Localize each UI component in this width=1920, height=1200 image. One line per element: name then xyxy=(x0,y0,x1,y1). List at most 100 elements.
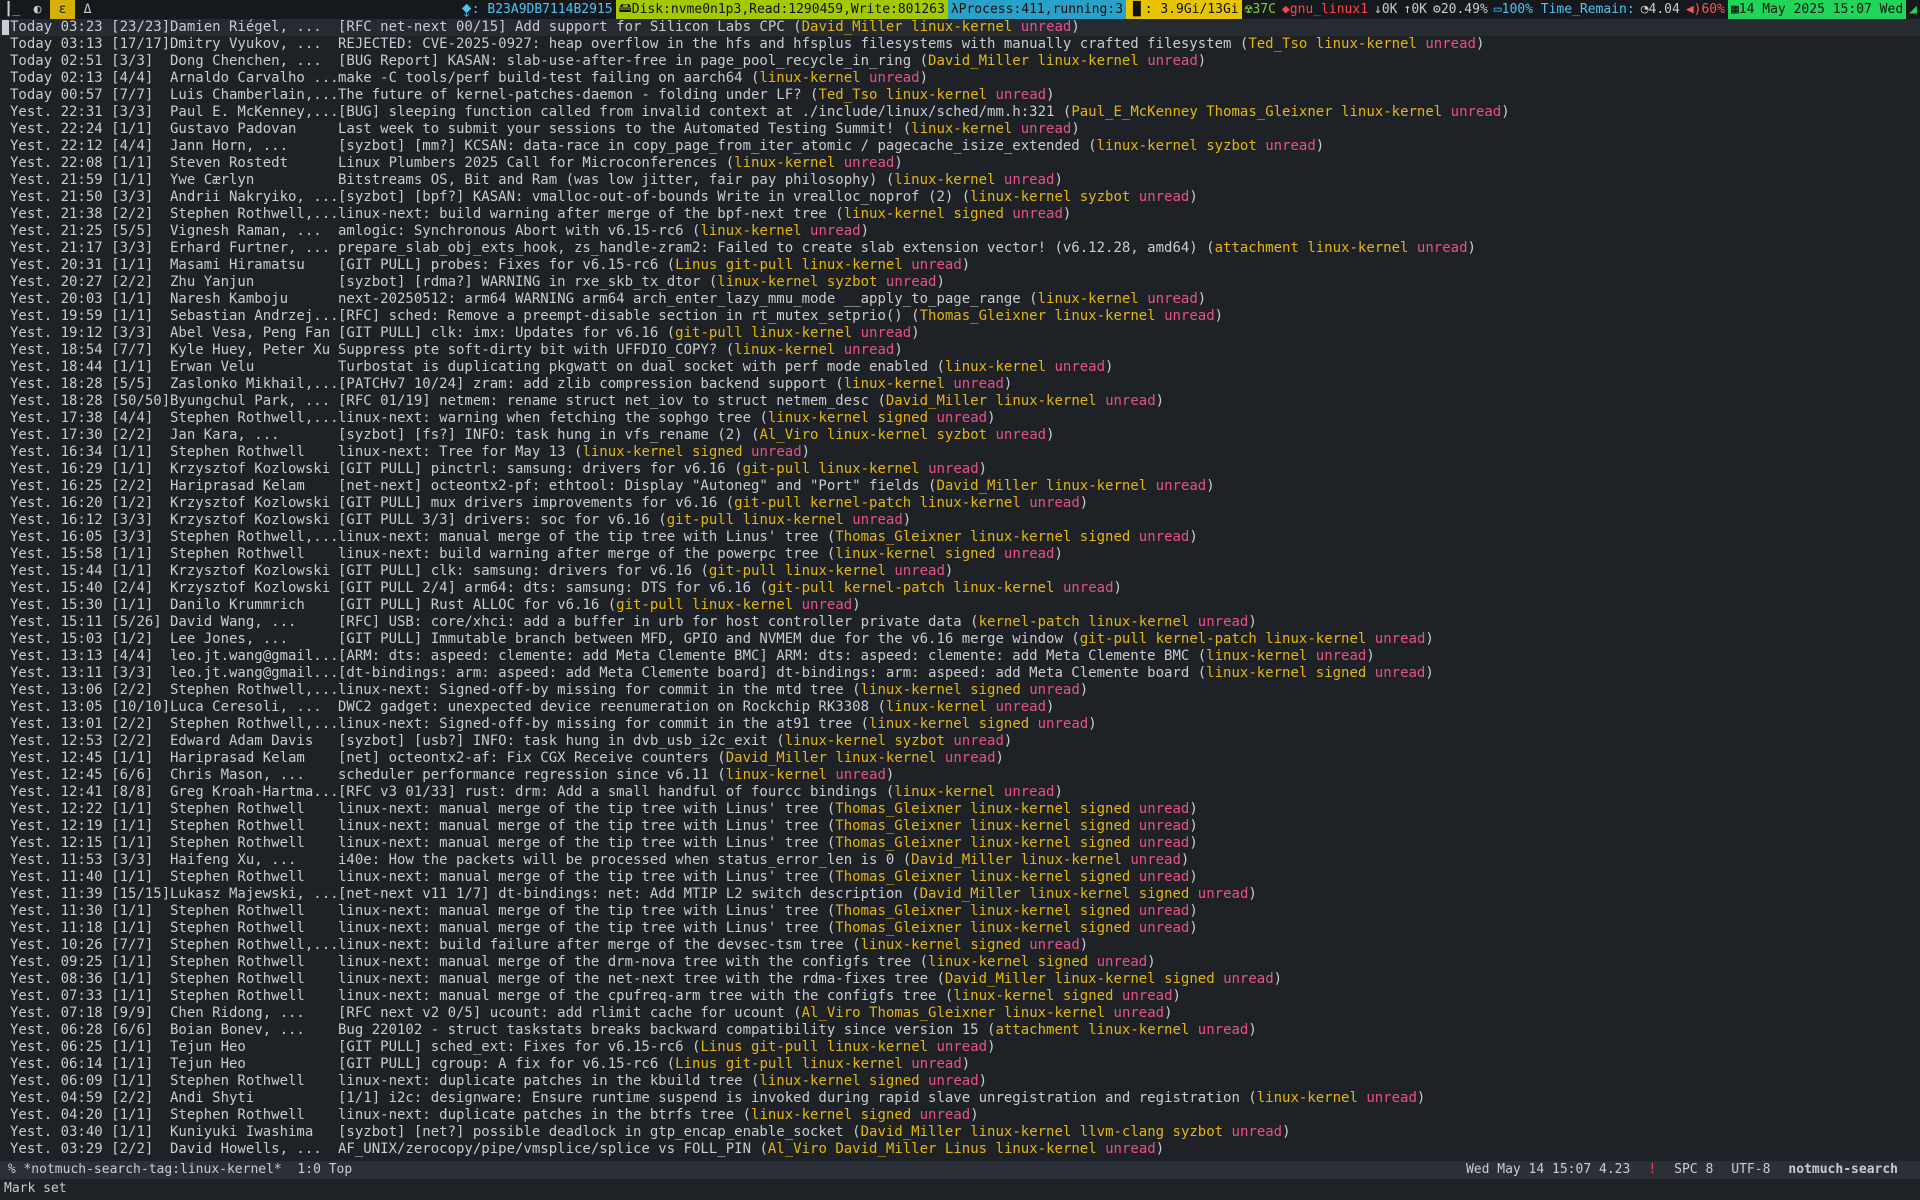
email-from: Naresh Kamboju xyxy=(170,291,289,307)
email-row[interactable]: Yest. 15:11 [5/26] David Wang, ... [RFC] U… xyxy=(0,614,1920,631)
net-down-text: 0K xyxy=(1381,2,1398,17)
email-row[interactable]: Yest. 11:18 [1/1] Stephen Rothwell linux-n… xyxy=(0,920,1920,937)
email-row[interactable]: Yest. 15:30 [1/1] Danilo Krummrich [GIT PU… xyxy=(0,597,1920,614)
email-row[interactable]: Yest. 21:17 [3/3] Erhard Furtner, ... prep… xyxy=(0,240,1920,257)
notmuch-search-results[interactable]: Today 03:23 [23/23]Damien Riégel, ... [RF… xyxy=(0,19,1920,1161)
email-row[interactable]: Today 03:13 [17/17]Dmitry Vyukov, ... REJ… xyxy=(0,36,1920,53)
email-row[interactable]: Yest. 16:12 [3/3] Krzysztof Kozlowski [GIT… xyxy=(0,512,1920,529)
email-row[interactable]: Yest. 13:06 [2/2] Stephen Rothwell,...lin… xyxy=(0,682,1920,699)
email-row[interactable]: Yest. 13:05 [10/10]Luca Ceresoli, ... DWC… xyxy=(0,699,1920,716)
email-row[interactable]: Yest. 15:44 [1/1] Krzysztof Kozlowski [GIT… xyxy=(0,563,1920,580)
email-row[interactable]: Yest. 11:30 [1/1] Stephen Rothwell linux-n… xyxy=(0,903,1920,920)
tray-icon[interactable]: ◢ xyxy=(1906,0,1920,19)
email-row[interactable]: Yest. 08:36 [1/1] Stephen Rothwell linux-n… xyxy=(0,971,1920,988)
email-row[interactable]: Yest. 12:45 [1/1] Hariprasad Kelam [net] o… xyxy=(0,750,1920,767)
email-row[interactable]: Yest. 06:25 [1/1] Tejun Heo [GIT PULL] sch… xyxy=(0,1039,1920,1056)
email-row[interactable]: Yest. 21:50 [3/3] Andrii Nakryiko, ...[sy… xyxy=(0,189,1920,206)
workspace-emacs-active[interactable]: ε xyxy=(50,0,75,19)
email-row[interactable]: Yest. 07:33 [1/1] Stephen Rothwell linux-n… xyxy=(0,988,1920,1005)
email-row[interactable]: Yest. 22:24 [1/1] Gustavo Padovan Last wee… xyxy=(0,121,1920,138)
email-row[interactable]: Yest. 11:53 [3/3] Haifeng Xu, ... i40e: Ho… xyxy=(0,852,1920,869)
email-row[interactable]: Yest. 11:39 [15/15]Lukasz Majewski, ...[… xyxy=(0,886,1920,903)
email-from: leo.jt.wang@gmail... xyxy=(170,665,339,681)
email-row[interactable]: Yest. 18:54 [7/7] Kyle Huey, Peter Xu Supp… xyxy=(0,342,1920,359)
email-row[interactable]: Yest. 15:58 [1/1] Stephen Rothwell linux-n… xyxy=(0,546,1920,563)
email-row[interactable]: Yest. 12:45 [6/6] Chris Mason, ... schedul… xyxy=(0,767,1920,784)
email-row[interactable]: Yest. 21:38 [2/2] Stephen Rothwell,...lin… xyxy=(0,206,1920,223)
volume-text: 60% xyxy=(1701,2,1725,17)
load-text: 4.04 xyxy=(1648,2,1680,17)
email-row[interactable]: Yest. 17:30 [2/2] Jan Kara, ... [syzbot] [… xyxy=(0,427,1920,444)
email-row[interactable]: Yest. 17:38 [4/4] Stephen Rothwell,...lin… xyxy=(0,410,1920,427)
email-row[interactable]: Yest. 13:13 [4/4] leo.jt.wang@gmail...[AR… xyxy=(0,648,1920,665)
email-row[interactable]: Yest. 06:09 [1/1] Stephen Rothwell linux-n… xyxy=(0,1073,1920,1090)
email-date-count: Yest. 12:41 [8/8] xyxy=(10,784,170,801)
email-date: Yest. 16:05 xyxy=(10,529,103,545)
email-date-count: Yest. 20:03 [1/1] xyxy=(10,291,170,308)
email-row[interactable]: Yest. 21:25 [5/5] Vignesh Raman, ... amlog… xyxy=(0,223,1920,240)
mode-line: % *notmuch-search-tag:linux-kernel* 1:0 … xyxy=(0,1161,1920,1179)
email-row[interactable]: Yest. 18:44 [1/1] Erwan Velu Turbostat is … xyxy=(0,359,1920,376)
workspace-4[interactable]: Δ xyxy=(75,0,100,19)
email-from: Danilo Krummrich xyxy=(170,597,305,613)
email-row[interactable]: Yest. 06:28 [6/6] Boian Bonev, ... Bug 220… xyxy=(0,1022,1920,1039)
email-tag: linux-kernel xyxy=(843,206,945,222)
email-subject: i40e: How the packets will be processed … xyxy=(338,852,895,868)
email-row[interactable]: Yest. 19:59 [1/1] Sebastian Andrzej...[RF… xyxy=(0,308,1920,325)
email-row[interactable]: Yest. 10:26 [7/7] Stephen Rothwell,...lin… xyxy=(0,937,1920,954)
email-row[interactable]: Yest. 16:05 [3/3] Stephen Rothwell,...lin… xyxy=(0,529,1920,546)
email-row[interactable]: Yest. 04:20 [1/1] Stephen Rothwell linux-n… xyxy=(0,1107,1920,1124)
email-row[interactable]: Yest. 16:25 [2/2] Hariprasad Kelam [net-ne… xyxy=(0,478,1920,495)
email-row[interactable]: Yest. 07:18 [9/9] Chen Ridong, ... [RFC ne… xyxy=(0,1005,1920,1022)
email-row[interactable]: Yest. 04:59 [2/2] Andi Shyti [1/1] i2c: de… xyxy=(0,1090,1920,1107)
email-row[interactable]: Yest. 09:25 [1/1] Stephen Rothwell linux-n… xyxy=(0,954,1920,971)
email-row[interactable]: Yest. 22:31 [3/3] Paul E. McKenney,...[BU… xyxy=(0,104,1920,121)
email-tag: Paul_E_McKenney xyxy=(1071,104,1198,120)
email-row[interactable]: Yest. 03:40 [1/1] Kuniyuki Iwashima [syzbo… xyxy=(0,1124,1920,1141)
email-date: Yest. 18:54 xyxy=(10,342,103,358)
email-row[interactable]: Yest. 21:59 [1/1] Ywe Cærlyn Bitstreams OS… xyxy=(0,172,1920,189)
workspace-terminal[interactable]: ┃_ xyxy=(0,0,25,19)
email-row[interactable]: Yest. 12:22 [1/1] Stephen Rothwell linux-n… xyxy=(0,801,1920,818)
email-row[interactable]: Yest. 11:40 [1/1] Stephen Rothwell linux-n… xyxy=(0,869,1920,886)
email-row[interactable]: Yest. 16:29 [1/1] Krzysztof Kozlowski [GIT… xyxy=(0,461,1920,478)
email-row[interactable]: Today 02:13 [4/4] Arnaldo Carvalho ...mak… xyxy=(0,70,1920,87)
email-date: Yest. 06:28 xyxy=(10,1022,103,1038)
email-row[interactable]: Yest. 15:40 [2/4] Krzysztof Kozlowski [GIT… xyxy=(0,580,1920,597)
email-row[interactable]: Today 02:51 [3/3] Dong Chenchen, ... [BUG … xyxy=(0,53,1920,70)
email-row[interactable]: Yest. 06:14 [1/1] Tejun Heo [GIT PULL] cgr… xyxy=(0,1056,1920,1073)
email-date-count: Yest. 15:58 [1/1] xyxy=(10,546,170,563)
email-row[interactable]: Yest. 18:28 [50/50]Byungchul Park, ... [R… xyxy=(0,393,1920,410)
email-tag: unread xyxy=(953,733,1004,749)
email-row[interactable]: Yest. 18:28 [5/5] Zaslonko Mikhail,...[PA… xyxy=(0,376,1920,393)
minibuffer[interactable]: Mark set xyxy=(0,1180,1920,1200)
email-row[interactable]: Yest. 22:08 [1/1] Steven Rostedt Linux Plu… xyxy=(0,155,1920,172)
email-row[interactable]: Today 03:23 [23/23]Damien Riégel, ... [RF… xyxy=(0,19,1920,36)
email-row[interactable]: Yest. 16:20 [1/2] Krzysztof Kozlowski [GIT… xyxy=(0,495,1920,512)
email-date-count: Yest. 22:12 [4/4] xyxy=(10,138,170,155)
email-row[interactable]: Yest. 20:03 [1/1] Naresh Kamboju next-2025… xyxy=(0,291,1920,308)
email-row[interactable]: Yest. 15:03 [1/2] Lee Jones, ... [GIT PULL… xyxy=(0,631,1920,648)
email-row[interactable]: Yest. 20:31 [1/1] Masami Hiramatsu [GIT PU… xyxy=(0,257,1920,274)
email-row[interactable]: Yest. 19:12 [3/3] Abel Vesa, Peng Fan [GIT… xyxy=(0,325,1920,342)
email-row[interactable]: Yest. 12:53 [2/2] Edward Adam Davis [syzbo… xyxy=(0,733,1920,750)
email-row[interactable]: Yest. 20:27 [2/2] Zhu Yanjun [syzbot] [rdm… xyxy=(0,274,1920,291)
email-row[interactable]: Yest. 12:41 [8/8] Greg Kroah-Hartma...[RF… xyxy=(0,784,1920,801)
email-date: Yest. 13:05 xyxy=(10,699,103,715)
process-text: Process:411,running:3 xyxy=(958,2,1124,17)
email-date-count: Yest. 17:38 [4/4] xyxy=(10,410,170,427)
email-row[interactable]: Yest. 13:11 [3/3] leo.jt.wang@gmail...[dt… xyxy=(0,665,1920,682)
email-row[interactable]: Yest. 22:12 [4/4] Jann Horn, ... [syzbot] … xyxy=(0,138,1920,155)
email-tag: Al_Viro xyxy=(759,427,819,443)
email-tag: linux-kernel xyxy=(970,1124,1072,1140)
email-date: Today 03:23 xyxy=(10,19,103,35)
email-subject: [RFC 01/19] netmem: rename struct net_io… xyxy=(338,393,870,409)
email-row[interactable]: Yest. 03:29 [2/2] David Howells, ... AF_UN… xyxy=(0,1141,1920,1158)
email-row[interactable]: Yest. 13:01 [2/2] Stephen Rothwell,...lin… xyxy=(0,716,1920,733)
email-row[interactable]: Yest. 16:34 [1/1] Stephen Rothwell linux-n… xyxy=(0,444,1920,461)
email-row[interactable]: Yest. 12:15 [1/1] Stephen Rothwell linux-n… xyxy=(0,835,1920,852)
email-row[interactable]: Today 00:57 [7/7] Luis Chamberlain,...The… xyxy=(0,87,1920,104)
workspace-2[interactable]: ◐ xyxy=(25,0,50,19)
email-tag: syzbot xyxy=(1172,1124,1224,1140)
email-row[interactable]: Yest. 12:19 [1/1] Stephen Rothwell linux-n… xyxy=(0,818,1920,835)
